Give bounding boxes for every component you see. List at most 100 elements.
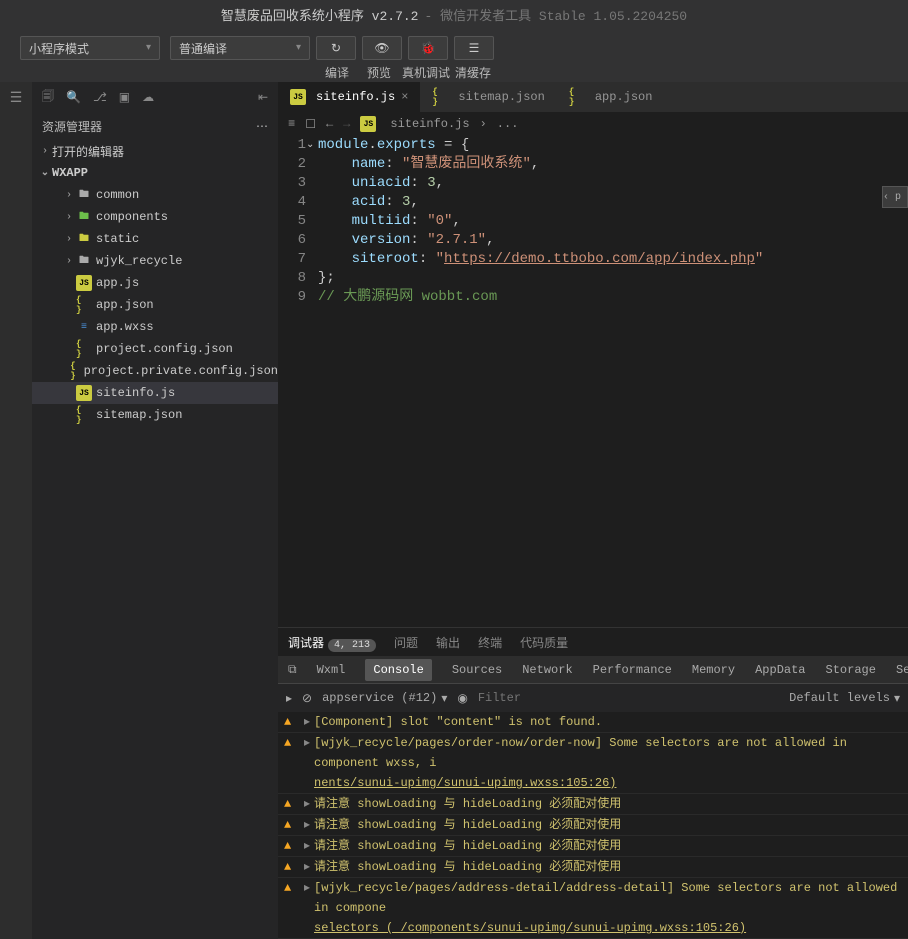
bottom-panel: 调试器4, 213 问题 输出 终端 代码质量 ⧉ Wxml Console Sou… [278,627,908,939]
devtab-console[interactable]: Console [365,659,431,681]
file-siteinfo.js[interactable]: JSsiteinfo.js [32,382,278,404]
explorer-icon[interactable]: ☰ [10,90,23,107]
wxss-icon: ≡ [76,319,92,335]
console-row: ▲▸[wjyk_recycle/pages/order-now/order-no… [278,733,908,794]
tab-label: sitemap.json [458,90,544,104]
tab-siteinfo.js[interactable]: JSsiteinfo.js× [278,82,420,112]
more-icon[interactable]: ⋯ [256,119,268,134]
collapse-icon[interactable]: ⇤ [258,90,268,105]
file-project.config.json[interactable]: { }project.config.json [32,338,278,360]
mode-dropdown[interactable]: 小程序模式▾ [20,36,160,60]
console-row: ▲▸[wjyk_recycle/pages/address-detail/add… [278,878,908,939]
json-icon: { } [432,89,448,105]
remote-debug-button[interactable]: 🐞 [408,36,448,60]
project-root[interactable]: ⌄WXAPP [32,162,278,184]
expand-icon[interactable]: ▸ [304,794,310,814]
clear-cache-button[interactable]: ☰ [454,36,494,60]
file-app.wxss[interactable]: ≡app.wxss [32,316,278,338]
filter-input[interactable] [478,691,779,705]
file-label: static [96,232,139,246]
file-tree: ›打开的编辑器 ⌄WXAPP ›🖿common›🖿components›🖿sta… [32,140,278,939]
file-label: wjyk_recycle [96,254,182,268]
preview-button[interactable]: 👁 [362,36,402,60]
file-label: app.json [96,298,154,312]
file-sitemap.json[interactable]: { }sitemap.json [32,404,278,426]
file-app.json[interactable]: { } app.json [32,294,278,316]
compile-button[interactable]: ↻ [316,36,356,60]
folder-static[interactable]: ›🖿static [32,228,278,250]
breadcrumb: ≡ ☐ ← → JS siteinfo.js › ... [278,112,908,136]
console-output[interactable]: ▲▸[Component] slot "content" is not foun… [278,712,908,939]
cube-icon[interactable]: ▣ [119,90,130,105]
folder-common[interactable]: ›🖿common [32,184,278,206]
tab-sitemap.json[interactable]: { } sitemap.json [420,82,556,112]
search-icon[interactable]: 🔍 [66,90,81,105]
activity-bar: ☰ [0,82,32,939]
file-app.js[interactable]: JSapp.js [32,272,278,294]
list-icon[interactable]: ≡ [288,117,295,131]
opened-editors-section[interactable]: ›打开的编辑器 [32,140,278,162]
nav-back-icon[interactable]: ← [326,117,333,131]
editor-area: JSsiteinfo.js×{ }sitemap.json{ }app.json… [278,82,908,939]
expand-icon[interactable]: ▸ [304,878,310,898]
tab-label: app.json [595,90,653,104]
console-message: 请注意 showLoading 与 hideLoading 必须配对使用 [314,857,902,877]
devtab-appdata[interactable]: AppData [755,663,805,677]
expand-icon[interactable]: ▸ [304,815,310,835]
devtab-sources[interactable]: Sources [452,663,502,677]
expand-icon[interactable]: ▸ [304,857,310,877]
eye-icon[interactable]: ◉ [457,691,467,706]
clear-console-icon[interactable]: ⊘ [302,691,312,706]
devtab-memory[interactable]: Memory [692,663,735,677]
tab-output[interactable]: 输出 [436,634,460,651]
tab-app.json[interactable]: { }app.json [557,82,665,112]
tab-terminal[interactable]: 终端 [478,634,502,651]
explorer-title: 资源管理器 [42,118,102,135]
compile-mode-dropdown[interactable]: 普通编译▾ [170,36,310,60]
breadcrumb-file[interactable]: siteinfo.js [390,117,469,131]
close-icon[interactable]: × [401,90,408,104]
devtab-wxml[interactable]: Wxml [317,663,346,677]
js-icon: JS [76,385,92,401]
bookmark-icon[interactable]: ☐ [305,117,316,132]
devtab-performance[interactable]: Performance [593,663,672,677]
warning-icon: ▲ [284,712,298,732]
nav-forward-icon[interactable]: → [343,117,350,131]
file-label: project.private.config.json [84,364,278,378]
console-message: [wjyk_recycle/pages/address-detail/addre… [314,878,902,938]
folder-components[interactable]: ›🖿components [32,206,278,228]
warning-icon: ▲ [284,857,298,877]
compile-mode-label: 普通编译 [179,40,227,57]
folder-icon: 🖿 [76,231,92,247]
cloud-icon[interactable]: ☁ [142,90,154,105]
files-icon[interactable]: 🗐 [42,87,54,108]
opened-editors-label: 打开的编辑器 [52,143,124,160]
peek-panel-icon[interactable]: ‹ p [882,186,908,208]
console-row: ▲ ▸请注意 showLoading 与 hideLoading 必须配对使用 [278,857,908,878]
breadcrumb-tail: ... [497,117,519,131]
inspect-icon[interactable]: ⧉ [288,663,297,677]
remote-debug-label: 真机调试 [400,64,452,81]
tab-quality[interactable]: 代码质量 [520,634,568,651]
js-icon: JS [290,89,306,105]
json-icon: { } [76,297,92,313]
expand-icon[interactable]: ▸ [304,836,310,856]
toggle-sidebar-icon[interactable]: ▸ [286,691,292,706]
devtab-network[interactable]: Network [522,663,572,677]
expand-icon[interactable]: ▸ [304,733,310,753]
devtab-storage[interactable]: Storage [826,663,876,677]
context-select[interactable]: appservice (#12) ▾ [322,691,447,706]
expand-icon[interactable]: ▸ [304,712,310,732]
chevron-down-icon: ▾ [894,691,900,706]
tab-debugger[interactable]: 调试器4, 213 [288,634,376,651]
devtab-secur[interactable]: Secur [896,663,908,677]
fold-icon[interactable]: ⌄ [306,136,314,155]
levels-select[interactable]: Default levels ▾ [789,691,900,706]
tab-issues[interactable]: 问题 [394,634,418,651]
code-editor[interactable]: 123456789 ⌄ module.exports = { name: "智慧… [278,136,908,627]
branch-icon[interactable]: ⎇ [93,90,107,105]
folder-wjyk_recycle[interactable]: ›🖿wjyk_recycle [32,250,278,272]
file-project.private.config.json[interactable]: { }project.private.config.json [32,360,278,382]
chevron-down-icon: ▾ [441,691,447,706]
folder-icon: 🖿 [76,187,92,203]
